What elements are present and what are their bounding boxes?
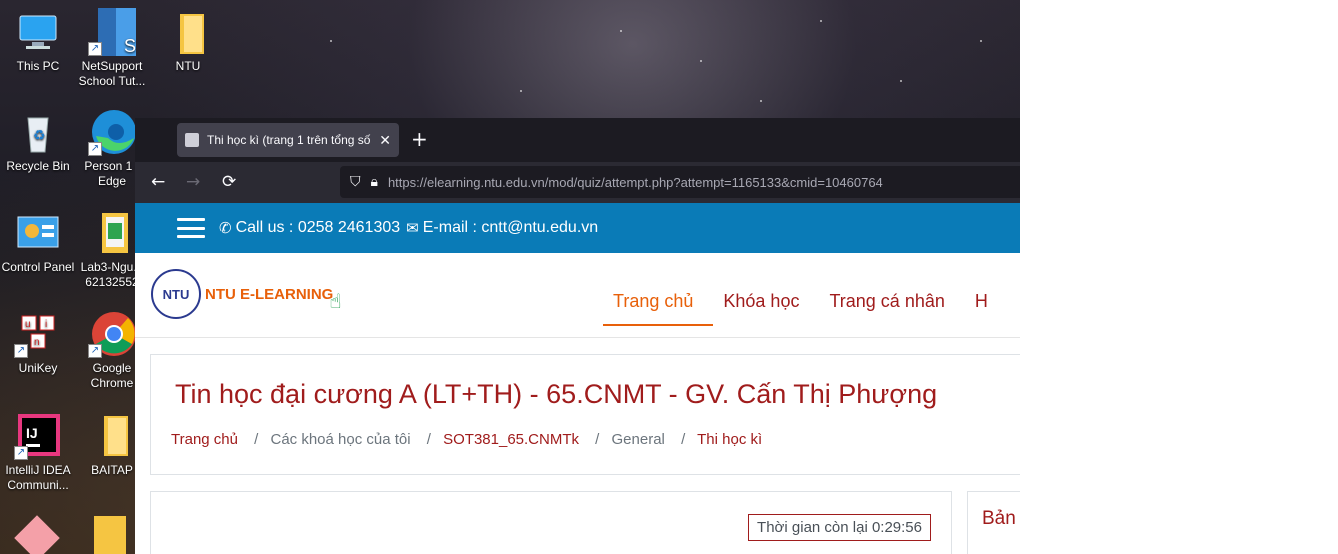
app-icon-partial[interactable]: [14, 515, 60, 554]
svg-text:IJ: IJ: [26, 425, 38, 441]
desktop-icon-label: Recycle Bin: [6, 159, 70, 173]
recycle-bin-icon: ♻: [14, 108, 62, 156]
netsupport-icon: S ↗: [88, 8, 136, 56]
main-menu: Trang chủ Khóa học Trang cá nhân H: [602, 253, 1018, 338]
svg-text:i: i: [45, 319, 47, 330]
folder-icon: [88, 412, 136, 460]
shortcut-arrow-icon: ↗: [88, 142, 102, 156]
folder-icon: [164, 8, 212, 56]
star: [980, 40, 982, 42]
forward-arrow-icon[interactable]: →: [186, 172, 200, 192]
svg-text:u: u: [25, 319, 31, 330]
desktop-icon-ntu[interactable]: NTU: [150, 8, 226, 74]
url-text[interactable]: https://elearning.ntu.edu.vn/mod/quiz/at…: [388, 175, 883, 190]
folder-icon[interactable]: [94, 516, 126, 554]
breadcrumb-separator: /: [426, 431, 431, 448]
desktop-icon-label: UniKey: [18, 361, 58, 375]
site-header: NTU NTU E-LEARNING ☝ Trang chủ Khóa học …: [135, 253, 1020, 338]
star: [900, 80, 902, 82]
folder-icon: [88, 209, 136, 257]
desktop-icon-recycle-bin[interactable]: ♻ Recycle Bin: [0, 108, 76, 174]
unikey-icon: u in ↗: [14, 310, 62, 358]
page-title: Tin học đại cương A (LT+TH) - 65.CNMT - …: [175, 379, 938, 409]
contact-email[interactable]: E-mail : cntt@ntu.edu.vn: [423, 219, 598, 237]
menu-item-more[interactable]: H: [975, 253, 988, 338]
tab-title: Thi học kì (trang 1 trên tổng số: [207, 133, 371, 147]
svg-text:n: n: [34, 337, 40, 348]
browser-window: Thi học kì (trang 1 trên tổng số ✕ + ← →…: [135, 118, 1020, 554]
breadcrumb-section: General: [611, 431, 665, 448]
computer-icon: [14, 8, 62, 56]
desktop-icon-this-pc[interactable]: This PC: [0, 8, 76, 74]
shortcut-arrow-icon: ↗: [14, 446, 28, 460]
control-panel-icon: [14, 209, 62, 257]
navigation-bar: ← → ⟳ ⛉ 🔒︎ https://elearning.ntu.edu.vn/…: [135, 162, 1020, 203]
new-tab-button[interactable]: +: [411, 128, 428, 150]
svg-text:♻: ♻: [33, 127, 46, 143]
logo-text: NTU E-LEARNING: [205, 285, 334, 303]
menu-item-courses[interactable]: Khóa học: [723, 253, 799, 338]
desktop-icon-label: Control Panel: [1, 260, 75, 274]
phone-icon: ✆: [219, 220, 232, 237]
page-favicon-icon: [185, 133, 199, 147]
contact-phone: Call us : 0258 2461303: [235, 219, 401, 236]
quiz-navigation-card: Bản: [967, 491, 1020, 554]
quiz-content-card: Thời gian còn lại 0:29:56: [150, 491, 952, 554]
desktop-icon-netsupport[interactable]: S ↗ NetSupport School Tut...: [74, 8, 150, 89]
quiz-navigation-title: Bản: [982, 508, 1016, 529]
breadcrumb: Trang chủ / Các khoá học của tôi / SOT38…: [171, 431, 762, 448]
reload-icon[interactable]: ⟳: [222, 172, 236, 192]
desktop-icon-label: NetSupport School Tut...: [78, 59, 146, 88]
chrome-icon: ↗: [88, 310, 136, 358]
svg-text:S: S: [124, 36, 136, 56]
shield-icon[interactable]: ⛉: [350, 174, 361, 190]
desktop-icon-label: This PC: [16, 59, 60, 73]
shortcut-arrow-icon: ↗: [88, 344, 102, 358]
shortcut-arrow-icon: ↗: [14, 344, 28, 358]
site-logo[interactable]: NTU NTU E-LEARNING ☝: [151, 269, 342, 319]
course-header-card: Tin học đại cương A (LT+TH) - 65.CNMT - …: [150, 354, 1020, 475]
intellij-icon: IJ ↗: [14, 412, 62, 460]
desktop-icon-unikey[interactable]: u in ↗ UniKey: [0, 310, 76, 376]
logo-emblem: NTU: [151, 269, 201, 319]
contact-bar: ✆ Call us : 0258 2461303 ✉ E-mail : cntt…: [135, 203, 1020, 253]
breadcrumb-my-courses: Các khoá học của tôi: [270, 431, 411, 448]
breadcrumb-course[interactable]: SOT381_65.CNMTk: [443, 431, 579, 448]
envelope-icon: ✉: [406, 220, 419, 237]
tab-bar: Thi học kì (trang 1 trên tổng số ✕ +: [135, 118, 1020, 162]
address-bar[interactable]: ⛉ 🔒︎ https://elearning.ntu.edu.vn/mod/qu…: [340, 166, 1020, 198]
page-body: Tin học đại cương A (LT+TH) - 65.CNMT - …: [135, 338, 1020, 554]
star: [520, 90, 522, 92]
back-arrow-icon[interactable]: ←: [151, 172, 165, 192]
pointing-hand-icon: ☝: [329, 289, 342, 313]
star: [820, 20, 822, 22]
menu-item-home[interactable]: Trang chủ: [602, 253, 714, 338]
edge-icon: ↗: [88, 108, 136, 156]
star: [700, 60, 702, 62]
shortcut-arrow-icon: ↗: [88, 42, 102, 56]
breadcrumb-separator: /: [254, 431, 259, 448]
star: [620, 30, 622, 32]
breadcrumb-quiz[interactable]: Thi học kì: [697, 431, 762, 448]
desktop-icon-label: NTU: [175, 59, 201, 73]
breadcrumb-separator: /: [595, 431, 600, 448]
star: [760, 100, 762, 102]
quiz-timer: Thời gian còn lại 0:29:56: [748, 514, 931, 541]
desktop-icon-intellij[interactable]: IJ ↗ IntelliJ IDEA Communi...: [0, 412, 76, 493]
desktop-icon-label: IntelliJ IDEA Communi...: [5, 463, 71, 492]
breadcrumb-separator: /: [681, 431, 686, 448]
browser-tab-active[interactable]: Thi học kì (trang 1 trên tổng số ✕: [177, 123, 399, 157]
breadcrumb-home[interactable]: Trang chủ: [171, 431, 238, 448]
star: [330, 40, 332, 42]
menu-item-profile[interactable]: Trang cá nhân: [829, 253, 944, 338]
lock-icon[interactable]: 🔒︎: [371, 174, 378, 190]
desktop-icon-control-panel[interactable]: Control Panel: [0, 209, 76, 275]
tab-close-icon[interactable]: ✕: [379, 132, 391, 149]
hamburger-menu-icon[interactable]: [177, 218, 205, 238]
